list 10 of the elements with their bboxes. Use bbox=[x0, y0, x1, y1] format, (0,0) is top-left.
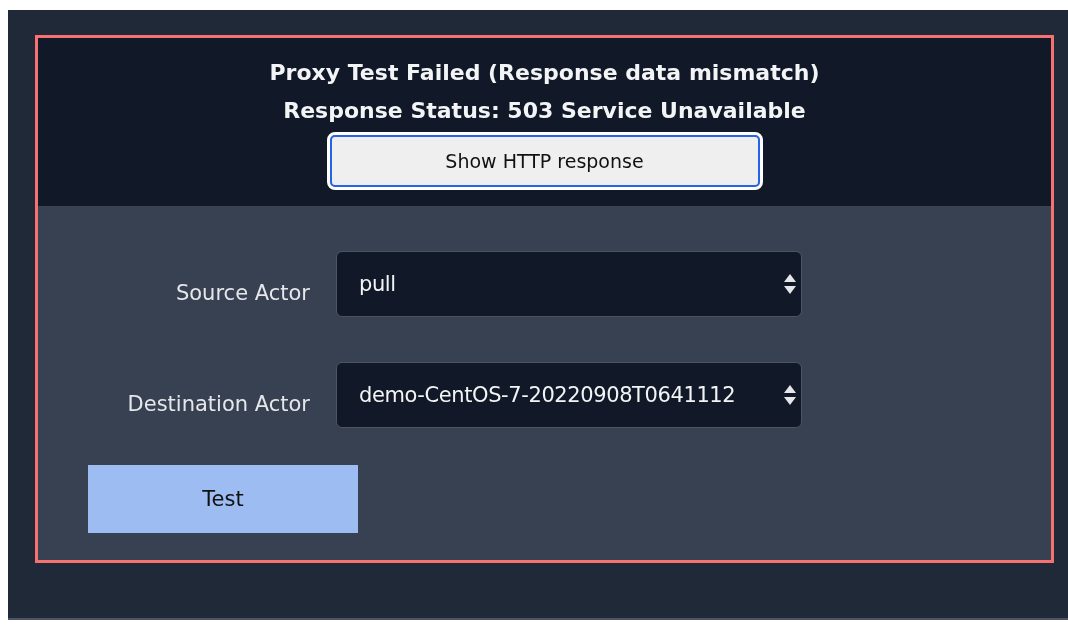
actor-select[interactable]: pull bbox=[336, 251, 802, 317]
show-response-button[interactable]: Show HTTP response bbox=[329, 135, 760, 187]
result-title: Proxy Test Failed (Response data mismatch) bbox=[269, 59, 820, 87]
field-label: Destination Actor bbox=[126, 391, 311, 416]
test-button[interactable]: Test bbox=[88, 465, 358, 533]
actor-select[interactable]: demo-CentOS-7-20220908T0641112 bbox=[336, 362, 802, 428]
response-status: Response Status: 503 Service Unavailable bbox=[283, 97, 806, 125]
sort-arrows-icon bbox=[783, 272, 797, 296]
field-label: Source Actor bbox=[174, 280, 311, 305]
sort-arrows-icon bbox=[783, 383, 797, 407]
